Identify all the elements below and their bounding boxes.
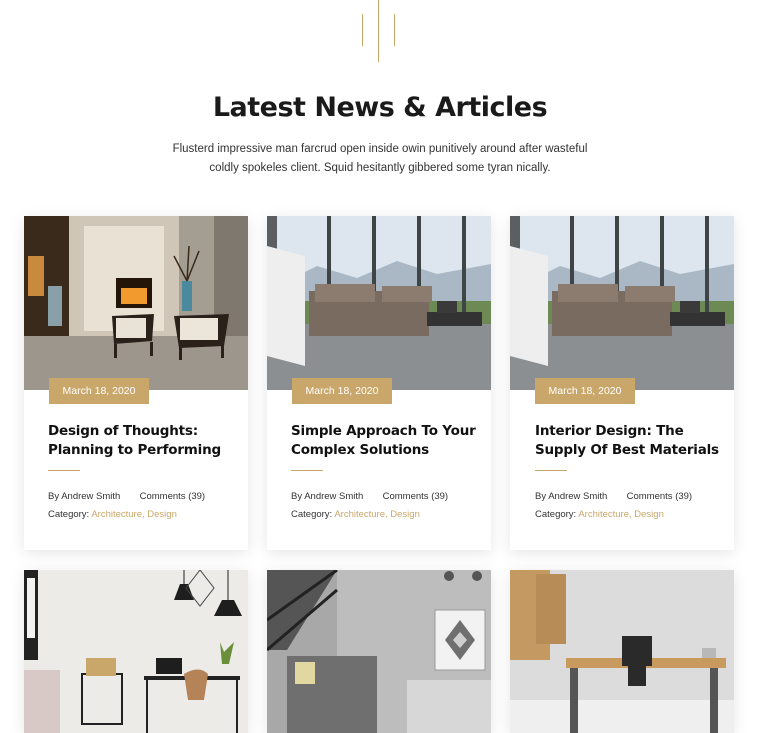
article-image-grey-living[interactable] bbox=[267, 570, 491, 733]
article-title-1[interactable]: Design of Thoughts: Planning to Performi… bbox=[48, 422, 221, 460]
article-image-fireplace[interactable] bbox=[24, 216, 248, 390]
title-underline-3 bbox=[535, 470, 567, 471]
decorative-line-left bbox=[362, 14, 363, 46]
article-card-5[interactable] bbox=[267, 570, 491, 733]
article-card-4[interactable] bbox=[24, 570, 248, 733]
article-title-3[interactable]: Interior Design: The Supply Of Best Mate… bbox=[535, 422, 719, 460]
category-links[interactable]: Architecture, Design bbox=[334, 509, 420, 520]
article-meta-3: By Andrew Smith Comments (39) Category: … bbox=[535, 491, 692, 520]
article-comments[interactable]: Comments (39) bbox=[140, 491, 205, 502]
title-underline-1 bbox=[48, 470, 80, 471]
article-author[interactable]: By Andrew Smith bbox=[535, 491, 607, 502]
decorative-line-center bbox=[378, 0, 379, 62]
article-date-1: March 18, 2020 bbox=[49, 378, 149, 404]
article-author[interactable]: By Andrew Smith bbox=[291, 491, 363, 502]
article-comments[interactable]: Comments (39) bbox=[627, 491, 692, 502]
category-label: Category: bbox=[535, 509, 577, 520]
article-comments[interactable]: Comments (39) bbox=[383, 491, 448, 502]
section-title: Latest News & Articles bbox=[212, 92, 548, 123]
article-date-2: March 18, 2020 bbox=[292, 378, 392, 404]
article-meta-2: By Andrew Smith Comments (39) Category: … bbox=[291, 491, 448, 520]
section-subtitle: Flusterd impressive man farcrud open ins… bbox=[170, 140, 590, 178]
article-card-6[interactable] bbox=[510, 570, 734, 733]
category-label: Category: bbox=[48, 509, 90, 520]
article-date-3: March 18, 2020 bbox=[535, 378, 635, 404]
category-label: Category: bbox=[291, 509, 333, 520]
decorative-line-right bbox=[394, 14, 395, 46]
article-title-2[interactable]: Simple Approach To Your Complex Solution… bbox=[291, 422, 476, 460]
article-image-desk[interactable] bbox=[510, 570, 734, 733]
category-links[interactable]: Architecture, Design bbox=[578, 509, 664, 520]
article-meta-1: By Andrew Smith Comments (39) Category: … bbox=[48, 491, 205, 520]
article-image-home-office[interactable] bbox=[24, 570, 248, 733]
category-links[interactable]: Architecture, Design bbox=[91, 509, 177, 520]
article-author[interactable]: By Andrew Smith bbox=[48, 491, 120, 502]
subtitle-line-2: coldly spokeles client. Squid hesitantly… bbox=[209, 162, 551, 174]
article-image-sofa-window-2[interactable] bbox=[510, 216, 734, 390]
subtitle-line-1: Flusterd impressive man farcrud open ins… bbox=[172, 143, 588, 155]
title-underline-2 bbox=[291, 470, 323, 471]
article-image-sofa-window[interactable] bbox=[267, 216, 491, 390]
